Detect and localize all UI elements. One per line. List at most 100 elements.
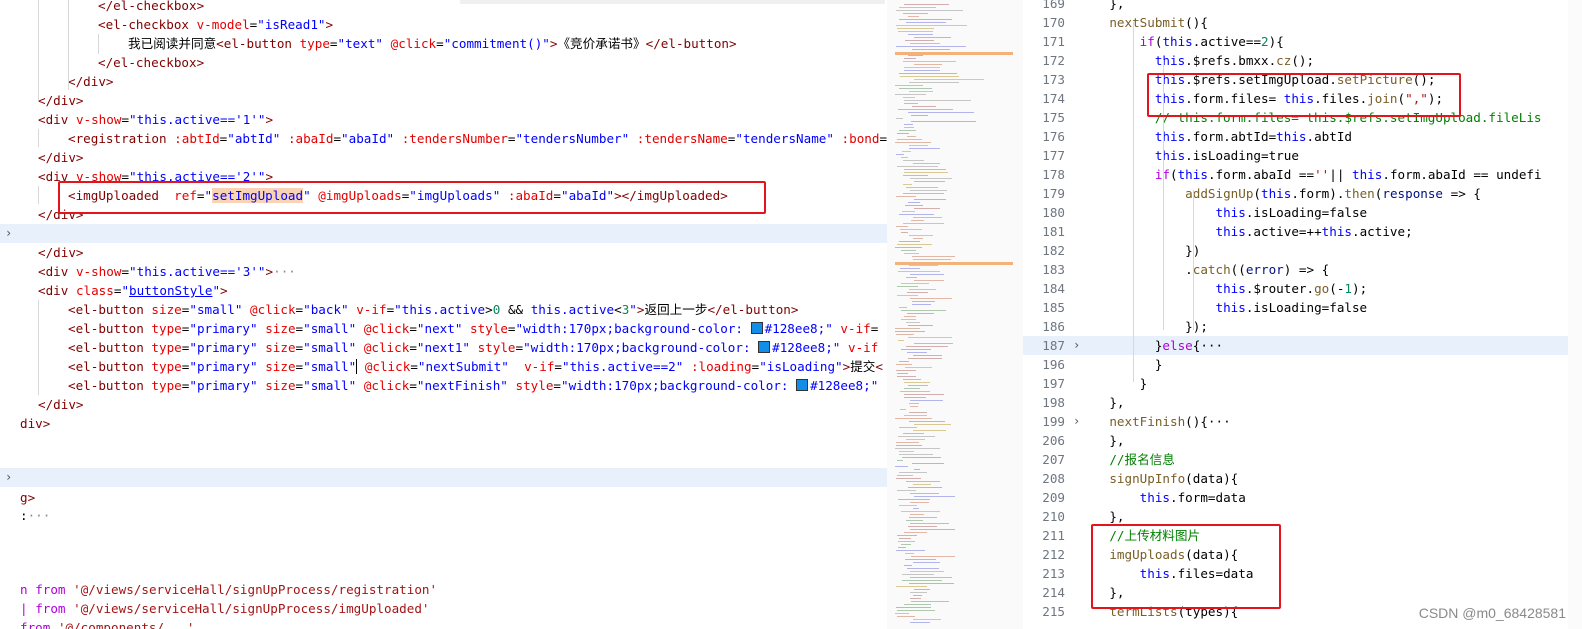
code-line[interactable]: g> (0, 488, 887, 507)
code-line[interactable]: 180 this.isLoading=false (1023, 203, 1582, 222)
code-line[interactable]: <registration :abtId="abtId" :abaId="aba… (0, 129, 887, 148)
code-line[interactable]: <el-button type="primary" size="small" @… (0, 376, 887, 395)
code-text: nextFinish(){··· (1109, 414, 1231, 429)
code-text: if(this.form.abaId ==''|| this.form.abaI… (1155, 167, 1542, 182)
code-line[interactable]: 171 if(this.active==2){ (1023, 32, 1582, 51)
code-line[interactable]: </div> (0, 148, 887, 167)
code-line[interactable]: 178 if(this.form.abaId ==''|| this.form.… (1023, 165, 1582, 184)
code-line[interactable]: </div> (0, 91, 887, 110)
code-line[interactable]: 183 .catch((error) => { (1023, 260, 1582, 279)
line-number: 169 (1042, 0, 1065, 11)
code-text: }, (1079, 395, 1125, 410)
line-number: 172 (1042, 53, 1065, 68)
code-line[interactable]: </div> (0, 72, 887, 91)
code-text: }); (1079, 319, 1208, 334)
color-swatch[interactable] (758, 341, 771, 353)
right-editor-pane[interactable]: 169 }, 170 nextSubmit(){171 if(this.activ… (1023, 0, 1582, 629)
code-text: }else{··· (1079, 338, 1224, 353)
code-text: addSignUp(this.form).then(response => { (1185, 186, 1481, 201)
line-number: 197 (1042, 376, 1065, 391)
line-number: 210 (1042, 509, 1065, 524)
code-line[interactable]: <el-button type="primary" size="small" @… (0, 338, 887, 357)
line-number: 215 (1042, 604, 1065, 619)
line-number: 181 (1042, 224, 1065, 239)
line-number: 214 (1042, 585, 1065, 600)
code-line[interactable]: 208 signUpInfo(data){ (1023, 469, 1582, 488)
line-number: 199 (1042, 414, 1065, 429)
color-swatch[interactable] (750, 322, 763, 334)
code-text: this.isLoading=false (1215, 205, 1368, 220)
code-line[interactable]: </el-checkbox> (0, 0, 887, 15)
annotation-box-imguploaded (58, 181, 766, 214)
code-text: this.isLoading=true (1154, 148, 1299, 163)
code-line[interactable]: n from '@/views/serviceHall/signUpProces… (0, 580, 887, 599)
chevron-right-icon[interactable]: › (5, 468, 12, 487)
code-text: this.$refs.bmxx.cz(); (1154, 53, 1315, 68)
line-number: 208 (1042, 471, 1065, 486)
vertical-scrollbar[interactable] (1568, 0, 1582, 629)
code-text: this.form=data (1139, 490, 1246, 505)
chevron-right-icon[interactable]: › (5, 224, 12, 243)
code-line[interactable]: 185 this.isLoading=false (1023, 298, 1582, 317)
line-number: 180 (1042, 205, 1065, 220)
code-line[interactable]: 179 addSignUp(this.form).then(response =… (1023, 184, 1582, 203)
code-line[interactable]: 198 }, (1023, 393, 1582, 412)
code-line[interactable]: <el-button type="primary" size="small" @… (0, 357, 887, 376)
code-line-current[interactable]: › :··· (0, 468, 887, 523)
line-number: 183 (1042, 262, 1065, 277)
code-line[interactable]: </div> (0, 243, 887, 262)
line-number: 187 (1042, 338, 1065, 353)
code-line-current[interactable]: › <div v-show="this.active=='3'">··· (0, 224, 887, 279)
minimap[interactable] (887, 0, 1023, 629)
code-line[interactable]: 187 › }else{··· (1023, 336, 1582, 355)
code-text: }) (1079, 243, 1201, 258)
annotation-box-setpicture (1147, 73, 1461, 117)
code-line[interactable]: 199 › nextFinish(){··· (1023, 412, 1582, 431)
code-line[interactable]: </el-checkbox> (0, 53, 887, 72)
code-line[interactable]: <div v-show="this.active=='1'"> (0, 110, 887, 129)
code-text: if(this.active==2){ (1139, 34, 1284, 49)
code-line[interactable]: <el-button type="primary" size="small" @… (0, 319, 887, 338)
line-number: 179 (1042, 186, 1065, 201)
color-swatch[interactable] (796, 379, 809, 391)
code-line[interactable]: 181 this.active=++this.active; (1023, 222, 1582, 241)
line-number: 184 (1042, 281, 1065, 296)
code-line[interactable]: 207 //报名信息 (1023, 450, 1582, 469)
code-line[interactable]: div> (0, 414, 887, 433)
code-text: this.active=++this.active; (1215, 224, 1413, 239)
code-line[interactable]: <div class="buttonStyle"> (0, 281, 887, 300)
code-line[interactable]: 182 }) (1023, 241, 1582, 260)
code-line[interactable]: 196 } (1023, 355, 1582, 374)
code-text: .catch((error) => { (1079, 262, 1330, 277)
code-line[interactable]: 172 this.$refs.bmxx.cz(); (1023, 51, 1582, 70)
code-text: } (1079, 357, 1163, 372)
line-number: 196 (1042, 357, 1065, 372)
code-line[interactable]: 176 this.form.abtId=this.abtId (1023, 127, 1582, 146)
code-line[interactable]: 170 nextSubmit(){ (1023, 13, 1582, 32)
left-editor-pane[interactable]: </el-checkbox> <el-checkbox v-model="isR… (0, 0, 887, 629)
code-line[interactable]: <el-checkbox v-model="isRead1"> (0, 15, 887, 34)
line-number: 178 (1042, 167, 1065, 182)
code-line[interactable]: <el-button size="small" @click="back" v-… (0, 300, 887, 319)
code-line[interactable]: 184 this.$router.go(-1); (1023, 279, 1582, 298)
code-text: signUpInfo(data){ (1109, 471, 1239, 486)
code-line[interactable]: 206 }, (1023, 431, 1582, 450)
watermark: CSDN @m0_68428581 (1418, 605, 1566, 621)
code-line[interactable]: 197 } (1023, 374, 1582, 393)
line-number: 185 (1042, 300, 1065, 315)
code-line[interactable]: 177 this.isLoading=true (1023, 146, 1582, 165)
line-number: 213 (1042, 566, 1065, 581)
code-line[interactable]: 169 }, (1023, 0, 1582, 13)
line-number: 175 (1042, 110, 1065, 125)
line-number: 177 (1042, 148, 1065, 163)
code-line[interactable]: </div> (0, 395, 887, 414)
code-line[interactable]: 209 this.form=data (1023, 488, 1582, 507)
code-line[interactable]: 我已阅读并同意<el-button type="text" @click="co… (0, 34, 887, 53)
code-line[interactable]: 186 }); (1023, 317, 1582, 336)
line-number: 198 (1042, 395, 1065, 410)
line-number: 186 (1042, 319, 1065, 334)
code-text: }, (1079, 0, 1125, 11)
line-number: 171 (1042, 34, 1065, 49)
code-line[interactable]: from '@/components/...' (0, 618, 887, 629)
code-line[interactable]: | from '@/views/serviceHall/signUpProces… (0, 599, 887, 618)
